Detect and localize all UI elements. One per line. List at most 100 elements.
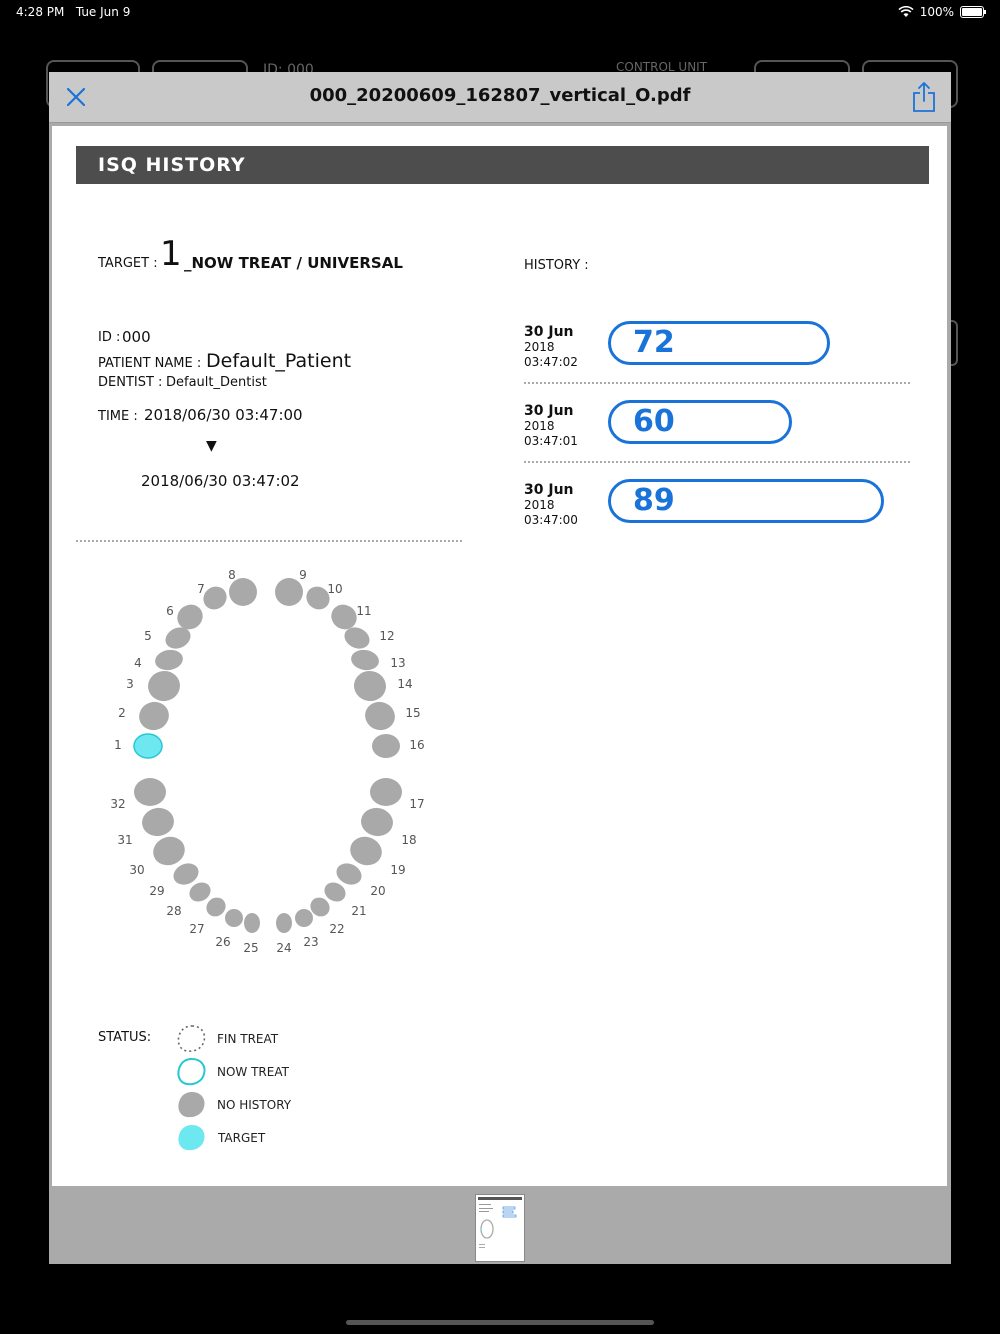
patient-name-label: PATIENT NAME :	[98, 356, 202, 371]
target-desc: _NOW TREAT / UNIVERSAL	[184, 254, 403, 272]
tooth	[350, 836, 382, 866]
tooth	[275, 578, 303, 606]
tooth-number-label: 14	[397, 677, 412, 691]
tooth-number-label: 25	[243, 941, 258, 955]
history-time: 03:47:02	[524, 355, 578, 369]
wifi-icon	[898, 6, 914, 17]
tooth-number-label: 2	[118, 706, 126, 720]
target-icon	[178, 1125, 205, 1151]
history-row: 30 Jun 2018 03:47:00 89	[524, 479, 910, 544]
history-date: 30 Jun	[524, 324, 574, 340]
history-year: 2018	[524, 340, 555, 354]
history-label: HISTORY :	[524, 258, 589, 273]
history-divider	[524, 461, 910, 463]
tooth-number-label: 4	[134, 656, 142, 670]
now-treat-label: NOW TREAT	[217, 1065, 289, 1079]
tooth	[354, 670, 386, 702]
pdf-page[interactable]: ISQ HISTORY TARGET : 1 _NOW TREAT / UNIV…	[52, 126, 947, 1186]
tooth-number-label: 1	[114, 738, 122, 752]
tooth	[244, 913, 260, 933]
tooth-number-label: 27	[189, 922, 204, 936]
tooth	[139, 701, 169, 731]
status-label: STATUS:	[98, 1030, 152, 1045]
modal-header: 000_20200609_162807_vertical_O.pdf	[49, 72, 951, 123]
status-bar: 4:28 PM Tue Jun 9 100%	[0, 0, 1000, 24]
tooth	[225, 909, 243, 927]
isq-value-pill: 89	[608, 479, 884, 523]
history-row: 30 Jun 2018 03:47:02 72	[524, 321, 910, 386]
isq-value-pill: 72	[608, 321, 830, 365]
tooth-target	[133, 733, 163, 759]
tooth	[134, 778, 166, 806]
fin-treat-label: FIN TREAT	[217, 1032, 279, 1046]
battery-percent: 100%	[919, 5, 954, 19]
tooth	[361, 807, 393, 837]
home-indicator	[346, 1320, 654, 1325]
status-time: 4:28 PM Tue Jun 9	[16, 5, 131, 19]
tooth	[148, 670, 180, 702]
id-label: ID :	[98, 330, 121, 345]
tooth-number-label: 5	[144, 629, 152, 643]
tooth-number-label: 8	[228, 570, 236, 582]
status-right: 100%	[898, 5, 986, 19]
history-time: 03:47:01	[524, 434, 578, 448]
tooth-number-label: 30	[129, 863, 144, 877]
history-divider	[524, 382, 910, 384]
tooth-number-label: 29	[149, 884, 164, 898]
dental-chart: 12345678 91011121314151617181920212223242…	[110, 570, 424, 955]
tooth	[142, 807, 174, 837]
isq-history-heading: ISQ HISTORY	[76, 146, 929, 184]
tooth-number-label: 22	[329, 922, 344, 936]
id-value: 000	[122, 328, 151, 346]
tooth-number-label: 31	[117, 833, 132, 847]
tooth	[351, 649, 379, 671]
tooth-number-label: 6	[166, 604, 174, 618]
tooth-number-label: 18	[401, 833, 416, 847]
tooth-number-label: 19	[390, 863, 405, 877]
page-thumbnail-strip	[49, 1188, 951, 1264]
tooth	[155, 649, 183, 671]
tooth-number-label: 26	[215, 935, 230, 949]
isq-value-pill: 60	[608, 400, 792, 444]
tooth-number-label: 24	[276, 941, 291, 955]
history-time: 03:47:00	[524, 513, 578, 527]
tooth-number-label: 15	[405, 706, 420, 720]
tooth	[229, 578, 257, 606]
left-divider	[76, 540, 462, 542]
tooth-number-label: 9	[299, 570, 307, 582]
fin-treat-icon	[177, 1025, 206, 1052]
tooth-number-label: 16	[409, 738, 424, 752]
tooth-number-label: 11	[356, 604, 371, 618]
battery-icon	[960, 6, 986, 18]
tooth-number-label: 20	[370, 884, 385, 898]
history-date: 30 Jun	[524, 482, 574, 498]
tooth	[153, 836, 185, 866]
share-button[interactable]	[911, 81, 937, 113]
tooth	[276, 913, 292, 933]
time-start: 2018/06/30 03:47:00	[144, 406, 303, 424]
dentist-label: DENTIST :	[98, 375, 163, 390]
target-legend-label: TARGET	[218, 1131, 266, 1145]
tooth-number-label: 21	[351, 904, 366, 918]
target-number: 1	[160, 234, 182, 274]
tooth-number-label: 12	[379, 629, 394, 643]
share-icon	[913, 82, 935, 112]
tooth-number-label: 10	[327, 582, 342, 596]
down-arrow-icon: ▼	[206, 438, 217, 454]
tooth-number-label: 13	[390, 656, 405, 670]
pdf-preview-modal: 000_20200609_162807_vertical_O.pdf ISQ H…	[49, 72, 951, 1264]
time-end: 2018/06/30 03:47:02	[141, 472, 300, 490]
history-year: 2018	[524, 498, 555, 512]
tooth-number-label: 32	[110, 797, 125, 811]
now-treat-icon	[177, 1057, 206, 1086]
page-thumbnail[interactable]	[475, 1194, 525, 1262]
time-label: TIME :	[98, 409, 138, 424]
history-date: 30 Jun	[524, 403, 574, 419]
dentist-value: Default_Dentist	[166, 375, 267, 390]
history-row: 30 Jun 2018 03:47:01 60	[524, 400, 910, 465]
thumbnail-preview	[478, 1197, 522, 1248]
tooth	[372, 734, 400, 758]
no-history-icon	[178, 1092, 205, 1118]
modal-title: 000_20200609_162807_vertical_O.pdf	[309, 85, 691, 106]
tooth-number-label: 23	[303, 935, 318, 949]
